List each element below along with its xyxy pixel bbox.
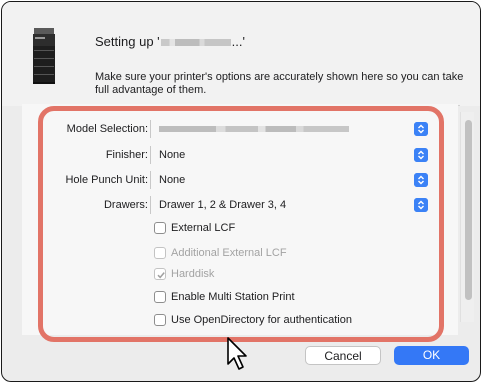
options-scrollbar[interactable] — [460, 112, 474, 322]
cancel-button[interactable]: Cancel — [305, 346, 381, 365]
dialog-subtitle: Make sure your printer's options are acc… — [95, 71, 464, 96]
redacted-printer-name — [160, 39, 231, 47]
dialog-title: Setting up ' ...' — [95, 34, 245, 49]
printer-icon — [33, 28, 55, 84]
dialog-header: Setting up ' ...' Make sure your printer'… — [2, 2, 480, 106]
options-highlight-box — [38, 106, 444, 342]
mouse-pointer-icon — [227, 337, 247, 370]
ok-button[interactable]: OK — [394, 346, 469, 365]
